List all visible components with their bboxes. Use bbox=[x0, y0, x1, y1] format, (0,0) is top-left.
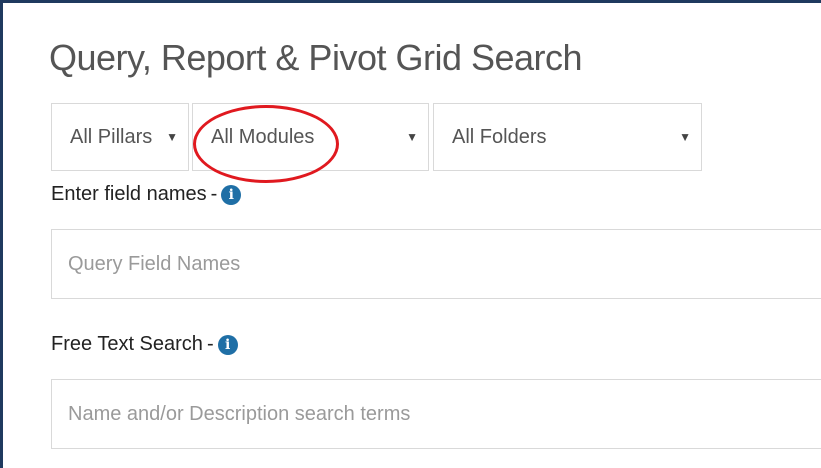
field-names-label-text: Enter field names bbox=[51, 183, 207, 205]
info-icon[interactable]: i bbox=[221, 184, 242, 205]
free-text-search-label-text: Free Text Search bbox=[51, 333, 203, 355]
chevron-down-icon: ▼ bbox=[166, 130, 178, 144]
modules-dropdown-value: All Modules bbox=[211, 126, 315, 148]
query-field-names-input[interactable] bbox=[51, 229, 821, 299]
modules-dropdown[interactable]: All Modules ▼ bbox=[192, 103, 429, 171]
label-separator: - bbox=[206, 333, 214, 355]
folders-dropdown[interactable]: All Folders ▼ bbox=[433, 103, 702, 171]
chevron-down-icon: ▼ bbox=[406, 130, 418, 144]
page-title: Query, Report & Pivot Grid Search bbox=[49, 37, 583, 78]
free-text-search-label: Free Text Search - i bbox=[51, 333, 238, 356]
search-panel: Query, Report & Pivot Grid Search All Pi… bbox=[0, 0, 821, 468]
free-text-search-input[interactable] bbox=[51, 379, 821, 449]
pillars-dropdown[interactable]: All Pillars ▼ bbox=[51, 103, 189, 171]
label-separator: - bbox=[210, 183, 218, 205]
pillars-dropdown-value: All Pillars bbox=[70, 126, 153, 148]
chevron-down-icon: ▼ bbox=[679, 130, 691, 144]
field-names-label: Enter field names - i bbox=[51, 183, 242, 206]
folders-dropdown-value: All Folders bbox=[452, 126, 547, 148]
info-icon[interactable]: i bbox=[217, 334, 238, 355]
